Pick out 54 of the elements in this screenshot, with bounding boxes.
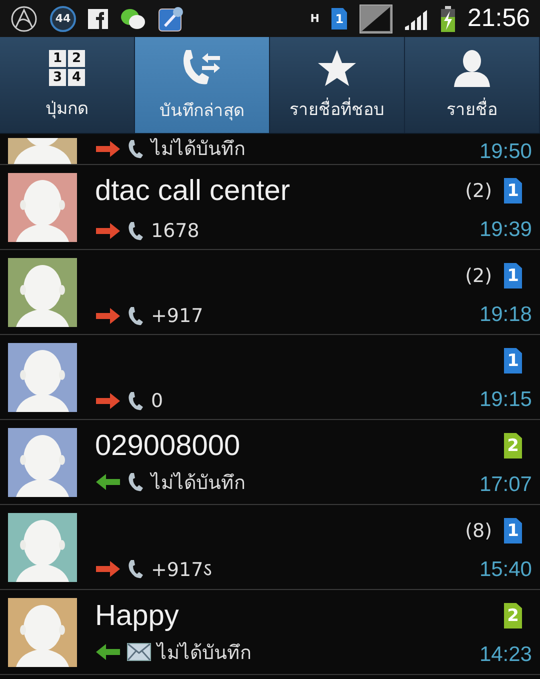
call-log-row[interactable]: +917 (2) 1 19:18	[0, 250, 540, 335]
sim-card-icon: 1	[504, 262, 522, 288]
keypad-key-icon: 3	[49, 68, 66, 86]
tab[interactable]: 1 2 3 4 ปุ่มกด	[0, 37, 135, 133]
sim-card-icon: 1	[504, 348, 522, 374]
sim-card-icon: 1	[504, 518, 522, 544]
app-icon	[158, 6, 184, 32]
sim-card-icon: 1	[331, 8, 348, 30]
sim-card-icon: 1	[504, 178, 522, 204]
call-time: 19:50	[479, 140, 532, 164]
a-logo-icon	[10, 4, 38, 32]
call-detail: 0	[151, 390, 164, 412]
call-log-row[interactable]: dtac call center 1678 (2) 1 19:39	[0, 165, 540, 250]
facebook-icon	[88, 8, 108, 28]
sim-card-icon: 2	[504, 602, 522, 628]
network-type-indicator: H	[310, 13, 320, 24]
battery-charging-icon	[441, 6, 456, 32]
call-detail: ไม่ได้บันทึก	[151, 137, 246, 162]
contact-name: 029008000	[95, 428, 242, 464]
call-count: (2)	[465, 180, 492, 202]
keypad-key-icon: 2	[68, 50, 85, 66]
keypad-key-icon: 4	[68, 68, 85, 86]
call-detail: +917ऽ	[151, 558, 212, 582]
keypad-key-icon: 1	[49, 50, 66, 66]
call-detail: ไม่ได้บันทึก	[157, 640, 252, 666]
call-log-row[interactable]: +917ऽ (8) 1 15:40	[0, 505, 540, 590]
call-time: 17:07	[479, 472, 532, 496]
call-detail: 1678	[151, 220, 200, 242]
call-log-row[interactable]: Happy ไม่ได้บันทึก 2 14:23	[0, 590, 540, 675]
call-time: 15:40	[479, 558, 532, 582]
contact-name: Happy	[95, 598, 180, 634]
tab[interactable]: รายชื่อ	[405, 37, 540, 133]
call-time: 14:23	[479, 642, 532, 666]
call-log-row[interactable]: ไม่ได้บันทึก 19:50	[0, 134, 540, 165]
call-detail: ไม่ได้บันทึก	[151, 470, 246, 496]
tab[interactable]: รายชื่อที่ชอบ	[270, 37, 405, 133]
signal-bars-icon	[405, 8, 430, 30]
sim-card-icon: 2	[504, 432, 522, 458]
call-time: 19:39	[479, 218, 532, 242]
star-icon	[317, 48, 357, 86]
call-detail: +917	[151, 304, 204, 326]
call-log-row[interactable]: 0 1 19:15	[0, 335, 540, 420]
call-time: 19:18	[479, 302, 532, 326]
call-time: 19:15	[479, 388, 532, 412]
tab[interactable]: บันทึกล่าสุด	[135, 37, 270, 133]
clock: 21:56	[467, 4, 530, 33]
call-count: (2)	[465, 264, 492, 286]
chat-bubbles-icon	[120, 8, 146, 30]
call-log-row[interactable]: 029008000 ไม่ได้บันทึก 2 17:07	[0, 420, 540, 505]
call-count: (8)	[465, 520, 492, 542]
signal-strength-icon	[359, 4, 394, 34]
person-icon	[452, 48, 492, 86]
notification-count-badge: 44	[50, 6, 76, 32]
contact-name: dtac call center	[95, 174, 292, 208]
